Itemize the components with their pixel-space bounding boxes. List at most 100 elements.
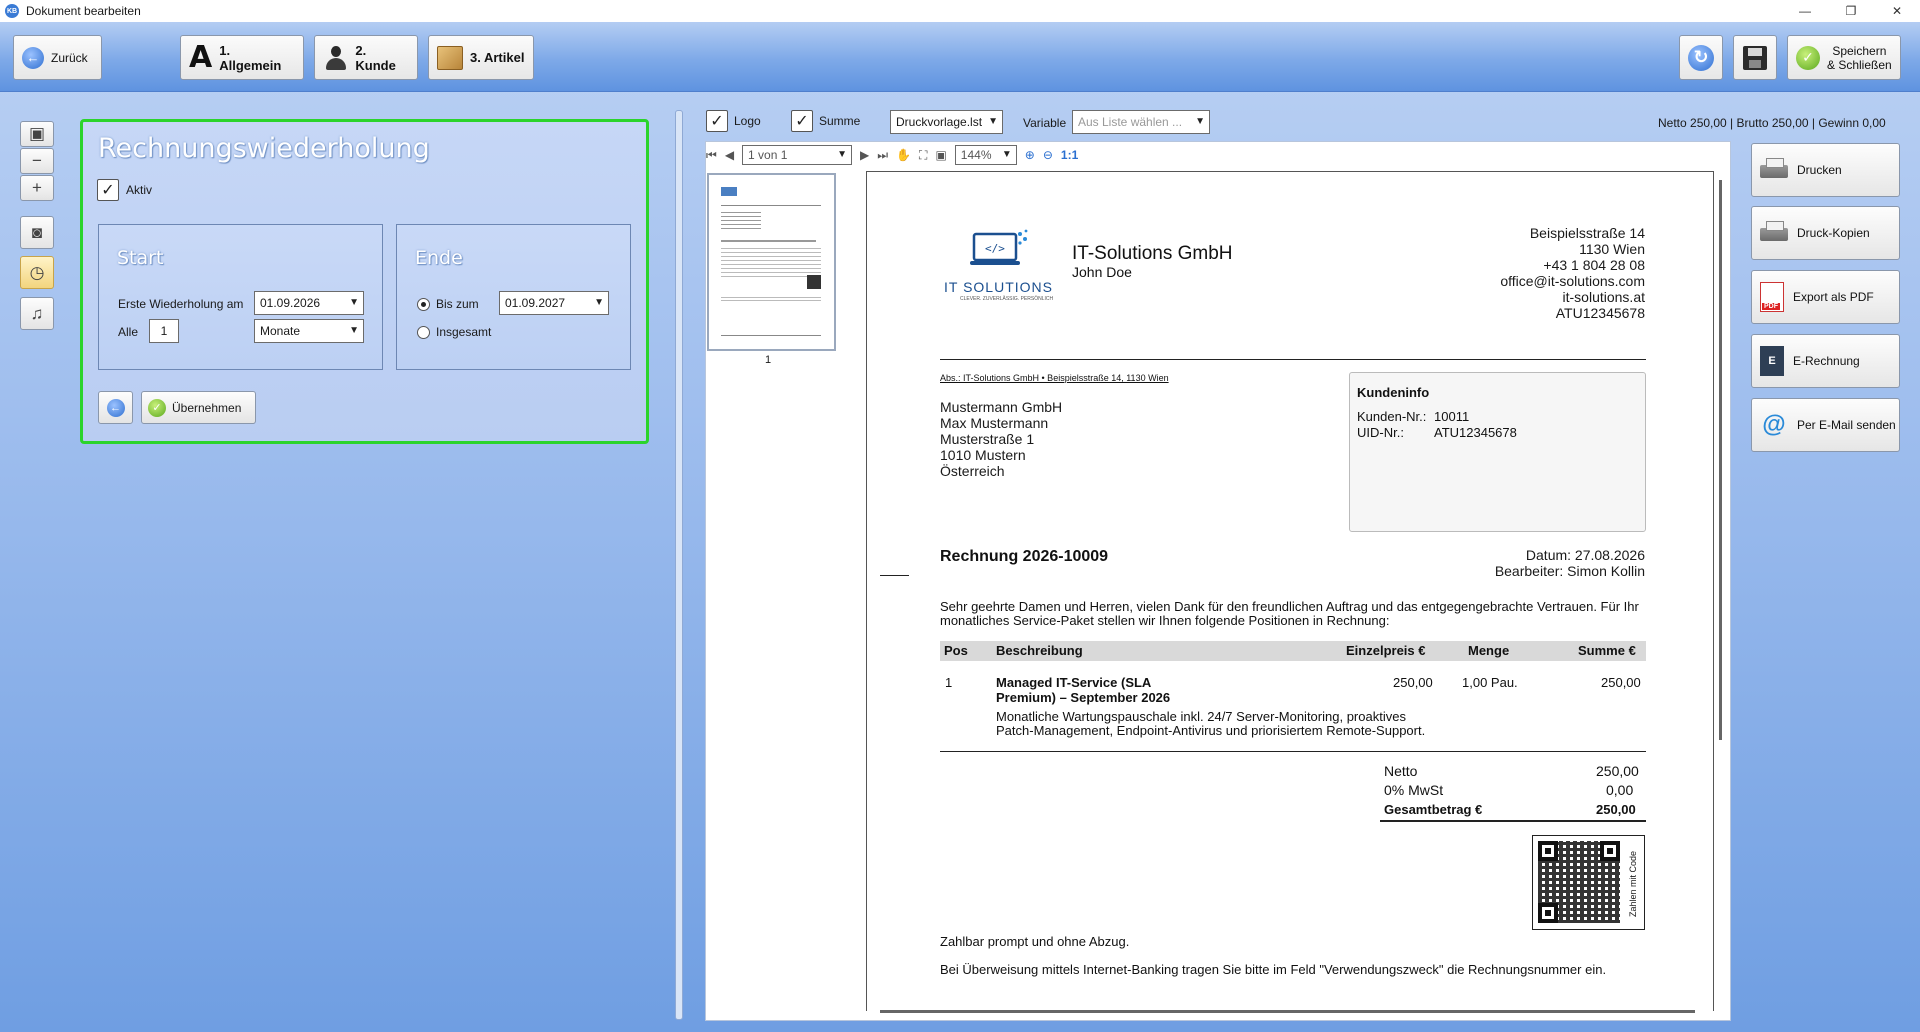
total-underline xyxy=(1380,820,1646,822)
dropdown-arrow-icon: ▼ xyxy=(1195,116,1205,127)
address-line: office@it-solutions.com xyxy=(1500,273,1645,289)
minimize-button[interactable]: — xyxy=(1782,0,1828,22)
cube-button[interactable]: ▣ xyxy=(20,121,54,147)
column-description: Beschreibung xyxy=(996,643,1083,658)
horizontal-scrollbar[interactable] xyxy=(880,1010,1695,1013)
remove-button[interactable]: − xyxy=(20,148,54,174)
vat-label: 0% MwSt xyxy=(1384,782,1444,798)
customer-info-title: Kundeninfo xyxy=(1357,385,1430,400)
vertical-scrollbar[interactable] xyxy=(1719,180,1722,740)
sum-toggle[interactable]: ✓ Summe xyxy=(791,110,860,132)
support-button[interactable]: ♫ xyxy=(20,297,54,330)
close-button[interactable]: ✕ xyxy=(1874,0,1920,22)
totals-summary: Netto 250,00 | Brutto 250,00 | Gewinn 0,… xyxy=(1658,116,1886,130)
invoice-date: Datum: 27.08.2026 xyxy=(1525,547,1645,563)
logo-toggle[interactable]: ✓ Logo xyxy=(706,110,761,132)
first-repeat-date[interactable]: 01.09.2026 ▼ xyxy=(254,291,364,315)
panel-splitter[interactable] xyxy=(675,110,683,1020)
print-copies-button[interactable]: Druck-Kopien xyxy=(1751,206,1900,260)
panel-back-button[interactable]: ← xyxy=(98,391,133,424)
interval-unit-select[interactable]: Monate ▼ xyxy=(254,319,364,343)
email-label: Per E-Mail senden xyxy=(1797,418,1896,432)
general-label: 1. Allgemein xyxy=(219,42,282,73)
at-sign-icon: @ xyxy=(1762,411,1786,438)
recipient-line: 1010 Mustern xyxy=(940,447,1026,463)
prev-page-icon[interactable]: ◀ xyxy=(725,148,734,162)
until-value: 01.09.2027 xyxy=(505,296,566,310)
customer-tab-button[interactable]: 2. Kunde xyxy=(314,35,418,80)
items-divider xyxy=(940,751,1646,752)
box-icon xyxy=(437,45,463,70)
column-quantity: Menge xyxy=(1468,643,1510,658)
start-group: Start Erste Wiederholung am 01.09.2026 ▼… xyxy=(98,224,383,370)
logo-checkbox[interactable]: ✓ xyxy=(706,110,728,132)
until-date[interactable]: 01.09.2027 ▼ xyxy=(499,291,609,315)
qr-finder xyxy=(1538,903,1558,923)
zoom-select-icon[interactable]: ▣ xyxy=(935,148,946,162)
page-select[interactable]: 1 von 1 ▼ xyxy=(742,145,853,165)
title-bar: KB Dokument bearbeiten — ❐ ✕ xyxy=(0,0,1920,22)
recurrence-panel: Rechnungswiederholung ✓ Aktiv Start Erst… xyxy=(80,119,649,444)
variable-label: Variable xyxy=(1023,116,1067,130)
main-toolbar: ← Zurück A 1. Allgemein 2. Kunde 3. Arti… xyxy=(0,22,1920,92)
export-pdf-label: Export als PDF xyxy=(1793,290,1874,304)
dropdown-arrow-icon: ▼ xyxy=(988,116,998,127)
first-page-icon[interactable]: ⏮ xyxy=(706,148,717,163)
header-divider xyxy=(940,359,1646,360)
every-label: Alle xyxy=(118,325,139,339)
camera-button[interactable]: ◙ xyxy=(20,216,54,249)
next-page-icon[interactable]: ▶ xyxy=(860,148,869,162)
dropdown-arrow-icon: ▼ xyxy=(594,297,604,308)
back-button[interactable]: ← Zurück xyxy=(13,35,102,80)
print-button[interactable]: Drucken xyxy=(1751,143,1900,197)
net-label: Netto xyxy=(1384,763,1418,779)
logo-tagline: CLEVER. ZUVERLÄSSIG. PERSÖNLICH xyxy=(960,296,1054,302)
address-line: 1130 Wien xyxy=(1579,241,1645,257)
refresh-icon: ↻ xyxy=(1688,44,1714,71)
variable-select[interactable]: Aus Liste wählen ... ▼ xyxy=(1072,110,1210,134)
export-pdf-button[interactable]: Export als PDF xyxy=(1751,270,1900,324)
add-button[interactable]: + xyxy=(20,175,54,201)
logo-label: Logo xyxy=(734,114,761,128)
sum-checkbox[interactable]: ✓ xyxy=(791,110,813,132)
item-sum: 250,00 xyxy=(1601,675,1641,690)
template-select[interactable]: Druckvorlage.lst ▼ xyxy=(890,110,1003,134)
zoom-out-icon[interactable]: ⊖ xyxy=(1043,148,1053,162)
page-thumbnail[interactable] xyxy=(707,173,836,351)
restore-button[interactable]: ❐ xyxy=(1828,0,1874,22)
address-line: ATU12345678 xyxy=(1555,305,1645,321)
refresh-button[interactable]: ↻ xyxy=(1679,35,1723,80)
every-value: 1 xyxy=(160,324,168,338)
total-radio[interactable] xyxy=(417,326,430,339)
until-radio[interactable] xyxy=(417,298,430,311)
apply-label: Übernehmen xyxy=(172,400,242,415)
sender-line: Abs.: IT-Solutions GmbH • Beispielsstraß… xyxy=(940,373,1169,383)
save-button[interactable] xyxy=(1733,35,1777,80)
invoice-clerk: Bearbeiter: Simon Kollin xyxy=(1494,563,1645,579)
last-page-icon[interactable]: ⏭ xyxy=(877,148,888,163)
person-icon xyxy=(323,45,348,71)
customer-no-value: 10011 xyxy=(1434,409,1470,424)
items-table-header: Pos Beschreibung Einzelpreis € Menge Sum… xyxy=(940,641,1646,661)
checkmark-icon: ✓ xyxy=(101,182,115,199)
start-title: Start xyxy=(117,247,164,269)
articles-tab-button[interactable]: 3. Artikel xyxy=(428,35,534,80)
intro-line-2: monatliches Service-Paket stellen wir Ih… xyxy=(940,613,1390,628)
letter-a-icon: A xyxy=(189,39,213,75)
every-input[interactable]: 1 xyxy=(149,319,179,343)
email-button[interactable]: @ Per E-Mail senden xyxy=(1751,398,1900,452)
zoom-in-icon[interactable]: ⊕ xyxy=(1025,148,1035,162)
dropdown-arrow-icon: ▼ xyxy=(349,297,359,308)
hand-tool-icon[interactable]: ✋ xyxy=(896,148,911,162)
recurrence-button[interactable]: ◷ xyxy=(20,256,54,289)
apply-button[interactable]: ✓ Übernehmen xyxy=(141,391,256,424)
save-close-button[interactable]: ✓ Speichern & Schließen xyxy=(1787,35,1901,80)
headset-icon: ♫ xyxy=(30,303,44,323)
zoom-region-icon[interactable]: ⛶ xyxy=(919,148,927,163)
zoom-select[interactable]: 144% ▼ xyxy=(954,145,1017,165)
e-invoice-button[interactable]: E E-Rechnung xyxy=(1751,334,1900,388)
zoom-1to1-button[interactable]: 1:1 xyxy=(1061,148,1078,162)
general-tab-button[interactable]: A 1. Allgemein xyxy=(180,35,304,80)
recurrence-title: Rechnungswiederholung xyxy=(98,133,430,164)
active-checkbox[interactable]: ✓ xyxy=(97,179,119,201)
